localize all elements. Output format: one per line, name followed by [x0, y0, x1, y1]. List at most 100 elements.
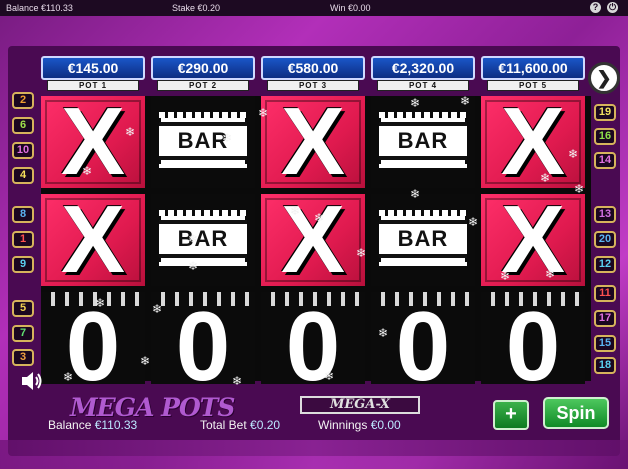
- footer-balance-label: Balance: [48, 418, 92, 432]
- footer-bet-value: €0.20: [250, 418, 281, 432]
- snowflake-icon: ❄: [125, 125, 136, 139]
- win-status: Win €0.00: [330, 3, 371, 13]
- snowflake-icon: ❄: [540, 171, 551, 185]
- symbol-zero-text: 0: [175, 292, 231, 384]
- right-payline-11[interactable]: 11: [594, 285, 616, 302]
- help-icon[interactable]: ?: [590, 2, 601, 13]
- bar-plate: BAR: [159, 112, 247, 168]
- snowflake-icon: ❄: [152, 302, 163, 316]
- footer-win-value: €0.00: [370, 418, 401, 432]
- left-payline-7[interactable]: 7: [12, 325, 34, 342]
- footer-balance: Balance €110.33: [48, 418, 137, 432]
- pot-2-label: POT 2: [157, 80, 249, 91]
- reel-symbol-x: X: [261, 194, 365, 286]
- snowflake-icon: ❄: [468, 215, 479, 229]
- snowflake-icon: ❄: [232, 374, 243, 388]
- symbol-x-text: X: [60, 194, 126, 286]
- pot-5-label: POT 5: [487, 80, 579, 91]
- autoplay-arrow-icon[interactable]: ❯: [588, 62, 620, 94]
- reel-symbol-x: X: [41, 96, 145, 188]
- reel-symbol-x: X: [261, 96, 365, 188]
- snowflake-icon: ❄: [574, 182, 585, 196]
- snowflake-icon: ❄: [324, 369, 335, 383]
- symbol-bar-text: BAR: [177, 226, 229, 251]
- footer-winnings: Winnings €0.00: [318, 418, 401, 432]
- snowflake-icon: ❄: [258, 106, 269, 120]
- power-icon[interactable]: ⏻: [607, 2, 618, 13]
- snowflake-icon: ❄: [314, 211, 325, 225]
- pot-4: €2,320.00 POT 4: [371, 56, 475, 92]
- right-payline-15[interactable]: 15: [594, 335, 616, 352]
- mega-x-logo: MEGA-X: [300, 396, 420, 414]
- stake-status: Stake €0.20: [172, 3, 221, 13]
- snowflake-icon: ❄: [410, 187, 421, 201]
- snowflake-icon: ❄: [545, 267, 556, 281]
- right-payline-12[interactable]: 12: [594, 256, 616, 273]
- spin-button[interactable]: Spin: [543, 397, 609, 429]
- symbol-zero-text: 0: [65, 292, 121, 384]
- pot-1-value: €145.00: [41, 56, 145, 80]
- symbol-zero-text: 0: [505, 292, 561, 384]
- reel-symbol-zero: 0: [151, 292, 255, 384]
- reel-symbol-x: X: [481, 96, 585, 188]
- pot-1-label: POT 1: [47, 80, 139, 91]
- left-payline-4[interactable]: 4: [12, 167, 34, 184]
- pot-1: €145.00 POT 1: [41, 56, 145, 92]
- symbol-zero-text: 0: [285, 292, 341, 384]
- symbol-x-text: X: [280, 96, 346, 188]
- symbol-x-text: X: [60, 96, 126, 188]
- reel-symbol-zero: 0: [41, 292, 145, 384]
- snowflake-icon: ❄: [290, 204, 301, 218]
- snowflake-icon: ❄: [356, 246, 367, 260]
- pot-4-value: €2,320.00: [371, 56, 475, 80]
- pot-2: €290.00 POT 2: [151, 56, 255, 92]
- pot-3-label: POT 3: [267, 80, 359, 91]
- reel-symbol-bar: BAR: [151, 96, 255, 188]
- snowflake-icon: ❄: [460, 94, 471, 108]
- symbol-x-text: X: [500, 194, 566, 286]
- snowflake-icon: ❄: [63, 370, 74, 384]
- pot-3: €580.00 POT 3: [261, 56, 365, 92]
- snowflake-icon: ❄: [95, 296, 106, 310]
- pot-2-value: €290.00: [151, 56, 255, 80]
- left-payline-2[interactable]: 2: [12, 92, 34, 109]
- right-payline-13[interactable]: 13: [594, 206, 616, 223]
- right-payline-18[interactable]: 18: [594, 357, 616, 374]
- left-payline-5[interactable]: 5: [12, 300, 34, 317]
- snowflake-icon: ❄: [222, 131, 233, 145]
- pot-3-value: €580.00: [261, 56, 365, 80]
- left-payline-1[interactable]: 1: [12, 231, 34, 248]
- symbol-bar-text: BAR: [397, 128, 449, 153]
- pot-5-value: €11,600.00: [481, 56, 585, 80]
- reel-symbol-zero: 0: [261, 292, 365, 384]
- snowflake-icon: ❄: [410, 96, 421, 110]
- symbol-x-text: X: [500, 96, 566, 188]
- snowflake-icon: ❄: [188, 259, 199, 273]
- snowflake-icon: ❄: [500, 269, 511, 283]
- right-payline-14[interactable]: 14: [594, 152, 616, 169]
- right-payline-20[interactable]: 20: [594, 231, 616, 248]
- left-payline-6[interactable]: 6: [12, 117, 34, 134]
- reel-symbol-x: X: [41, 194, 145, 286]
- reel-area: X BAR X BAR X X BAR X BAR X 0 0 0 0 0: [41, 96, 591, 384]
- footer-balance-value: €110.33: [94, 418, 138, 432]
- left-payline-9[interactable]: 9: [12, 256, 34, 273]
- bottom-decoration: [0, 440, 628, 469]
- speaker-icon[interactable]: [20, 370, 46, 394]
- bar-plate: BAR: [379, 112, 467, 168]
- left-payline-8[interactable]: 8: [12, 206, 34, 223]
- left-payline-3[interactable]: 3: [12, 349, 34, 366]
- bar-plate: BAR: [159, 210, 247, 266]
- right-payline-19[interactable]: 19: [594, 104, 616, 121]
- footer-total-bet: Total Bet €0.20: [200, 418, 280, 432]
- right-payline-16[interactable]: 16: [594, 128, 616, 145]
- bar-plate: BAR: [379, 210, 467, 266]
- symbol-bar-text: BAR: [397, 226, 449, 251]
- right-payline-17[interactable]: 17: [594, 310, 616, 327]
- symbol-bar-text: BAR: [177, 128, 229, 153]
- balance-status: Balance €110.33: [6, 3, 73, 13]
- left-payline-10[interactable]: 10: [12, 142, 34, 159]
- snowflake-icon: ❄: [82, 164, 93, 178]
- footer-bet-label: Total Bet: [200, 418, 247, 432]
- increase-bet-button[interactable]: +: [493, 400, 529, 430]
